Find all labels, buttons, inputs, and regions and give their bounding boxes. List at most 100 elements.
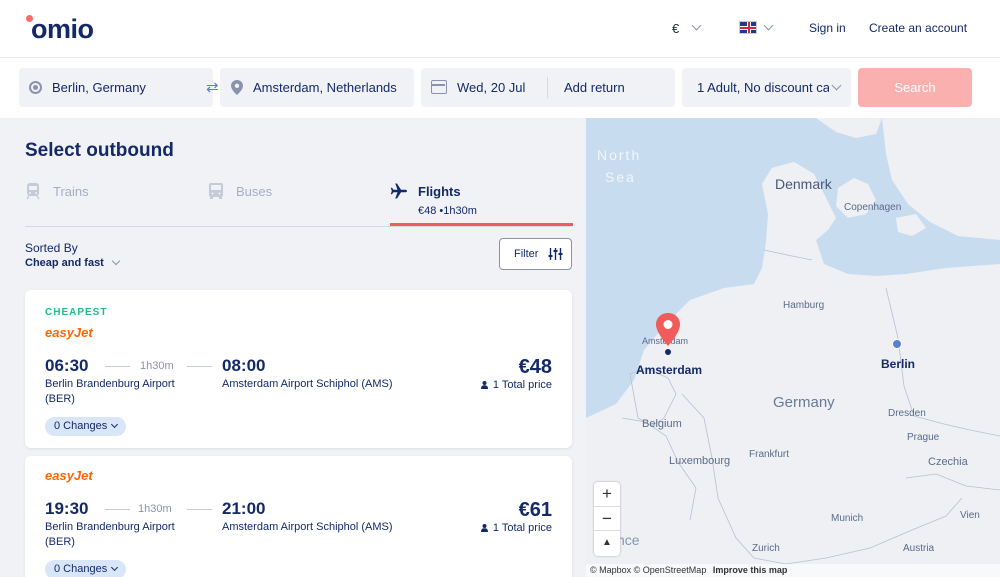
destination-pin-icon[interactable] — [654, 312, 682, 348]
sorted-by-label: Sorted By — [25, 241, 78, 255]
map-label-berlin: Berlin — [881, 357, 916, 371]
depart-airport: Berlin Brandenburg Airport (BER) — [45, 521, 175, 548]
swap-icon[interactable]: ⇄ — [206, 78, 219, 96]
map-label-frankfurt: Frankfurt — [749, 449, 790, 460]
tab-flights[interactable]: Flights €48 •1h30m — [390, 178, 573, 228]
airline-logo: easyJet — [45, 468, 93, 483]
map-label-luxembourg: Luxembourg — [669, 455, 731, 467]
origin-icon — [29, 81, 42, 94]
results-panel: Select outbound Trains Buses Flights €48… — [0, 118, 586, 577]
passengers-value: 1 Adult, No discount card — [697, 80, 829, 95]
changes-label: 0 Changes — [54, 420, 108, 432]
price-note: 1 Total price — [480, 522, 552, 534]
chevron-down-icon[interactable] — [111, 256, 121, 266]
add-return-button[interactable]: Add return — [564, 80, 625, 95]
zoom-in-button[interactable]: + — [594, 482, 620, 506]
map-label-austria: Austria — [903, 543, 935, 554]
calendar-icon — [431, 80, 447, 94]
map-label-munich: Munich — [831, 513, 864, 524]
location-pin-icon — [231, 80, 243, 95]
arrive-time: 08:00 — [222, 356, 266, 375]
passengers-field[interactable]: 1 Adult, No discount card — [682, 68, 851, 107]
tab-buses-label: Buses — [236, 184, 273, 199]
active-tab-indicator — [390, 223, 573, 226]
price: €48 — [518, 356, 552, 378]
search-bar: Berlin, Germany ⇄ Amsterdam, Netherlands… — [0, 58, 1000, 118]
search-button[interactable]: Search — [858, 68, 972, 107]
tabs-divider — [25, 226, 572, 227]
uk-flag-icon[interactable] — [739, 21, 757, 34]
duration-line — [187, 366, 212, 367]
train-icon — [26, 183, 40, 200]
bus-icon — [209, 183, 223, 199]
date-field[interactable]: Wed, 20 Jul Add return — [421, 68, 675, 107]
arrive-airport: Amsterdam Airport Schiphol (AMS) — [222, 521, 393, 533]
map-label-amsterdam: Amsterdam — [636, 363, 703, 377]
origin-marker[interactable] — [892, 339, 902, 349]
price-note-text: 1 Total price — [492, 522, 552, 534]
sign-in-link[interactable]: Sign in — [809, 21, 846, 35]
arrive-airport: Amsterdam Airport Schiphol (AMS) — [222, 378, 393, 390]
duration-line — [105, 509, 130, 510]
page-title: Select outbound — [25, 140, 174, 161]
chevron-down-icon — [831, 80, 842, 91]
price-note-text: 1 Total price — [492, 379, 552, 391]
tab-flights-label: Flights — [418, 184, 461, 199]
omio-logo[interactable]: omio — [31, 14, 94, 45]
depart-date: Wed, 20 Jul — [457, 80, 526, 95]
amsterdam-dot — [665, 349, 671, 355]
depart-airport: Berlin Brandenburg Airport (BER) — [45, 378, 175, 405]
divider — [547, 77, 548, 98]
currency-selector[interactable]: € — [672, 21, 679, 36]
create-account-link[interactable]: Create an account — [869, 21, 967, 35]
flight-card[interactable]: CHEAPEST easyJet 06:30 1h30m 08:00 Berli… — [25, 290, 572, 448]
price: €61 — [518, 499, 552, 521]
destination-field[interactable]: Amsterdam, Netherlands — [220, 68, 414, 107]
improve-map-link[interactable]: Improve this map — [713, 565, 788, 575]
route-map[interactable]: North Sea Denmark Copenhagen Hamburg Ams… — [586, 118, 1000, 577]
arrive-time: 21:00 — [222, 499, 266, 518]
chevron-down-icon[interactable] — [763, 20, 774, 31]
map-attribution: © Mapbox © OpenStreetMap Improve this ma… — [586, 564, 1000, 577]
chevron-down-icon — [111, 563, 119, 572]
destination-value: Amsterdam, Netherlands — [253, 80, 397, 95]
depart-time: 19:30 — [45, 499, 89, 518]
compass-button[interactable]: ▲ — [594, 530, 620, 554]
attribution-text[interactable]: © Mapbox © OpenStreetMap — [590, 565, 706, 575]
plane-icon — [390, 183, 407, 199]
map-label-denmark: Denmark — [775, 176, 832, 192]
map-label-copenhagen: Copenhagen — [844, 202, 902, 213]
map-label-sea: Sea — [605, 169, 636, 185]
filter-button[interactable]: Filter — [499, 238, 572, 270]
zoom-controls: + − ▲ — [594, 482, 620, 556]
chevron-down-icon[interactable] — [691, 20, 702, 31]
duration-line — [187, 509, 212, 510]
origin-value: Berlin, Germany — [52, 80, 146, 95]
changes-toggle[interactable]: 0 Changes — [45, 560, 127, 577]
airline-logo: easyJet — [45, 325, 93, 340]
chevron-down-icon — [111, 420, 119, 429]
flights-summary: €48 •1h30m — [418, 205, 477, 217]
tab-buses[interactable]: Buses — [208, 178, 378, 228]
duration: 1h30m — [138, 503, 172, 515]
changes-toggle[interactable]: 0 Changes — [45, 417, 127, 436]
changes-label: 0 Changes — [54, 563, 108, 575]
depart-time: 06:30 — [45, 356, 89, 375]
cheapest-badge: CHEAPEST — [45, 307, 108, 318]
tab-trains[interactable]: Trains — [25, 178, 195, 228]
zoom-out-button[interactable]: − — [594, 506, 620, 530]
person-icon — [480, 381, 488, 389]
sliders-icon — [548, 248, 563, 260]
filter-label: Filter — [514, 248, 539, 260]
sort-dropdown[interactable]: Cheap and fast — [25, 257, 104, 269]
price-note: 1 Total price — [480, 379, 552, 391]
top-header: omio € Sign in Create an account — [0, 0, 1000, 58]
flight-card[interactable]: easyJet 19:30 1h30m 21:00 Berlin Branden… — [25, 456, 572, 577]
origin-field[interactable]: Berlin, Germany ⇄ — [19, 68, 219, 107]
map-label-germany: Germany — [773, 394, 835, 411]
tab-trains-label: Trains — [53, 184, 89, 199]
map-label-prague: Prague — [907, 432, 940, 443]
map-label-czechia: Czechia — [928, 456, 968, 468]
map-label-belgium: Belgium — [642, 418, 682, 430]
duration-line — [105, 366, 130, 367]
